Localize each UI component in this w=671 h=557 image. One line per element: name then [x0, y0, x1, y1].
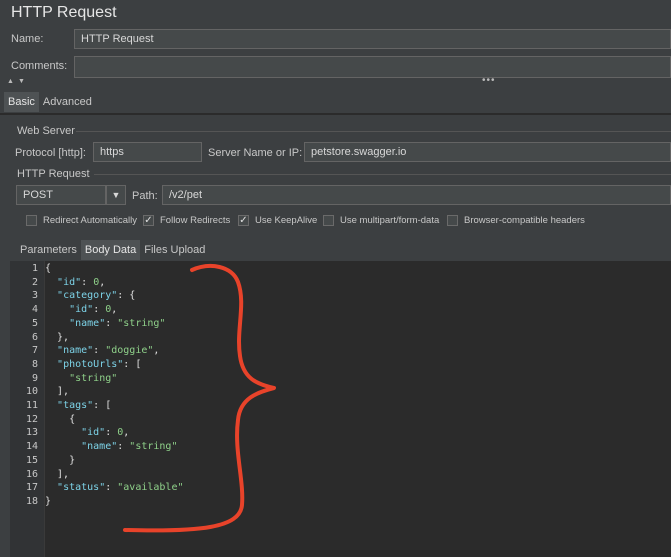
annotation-brace [123, 264, 276, 533]
